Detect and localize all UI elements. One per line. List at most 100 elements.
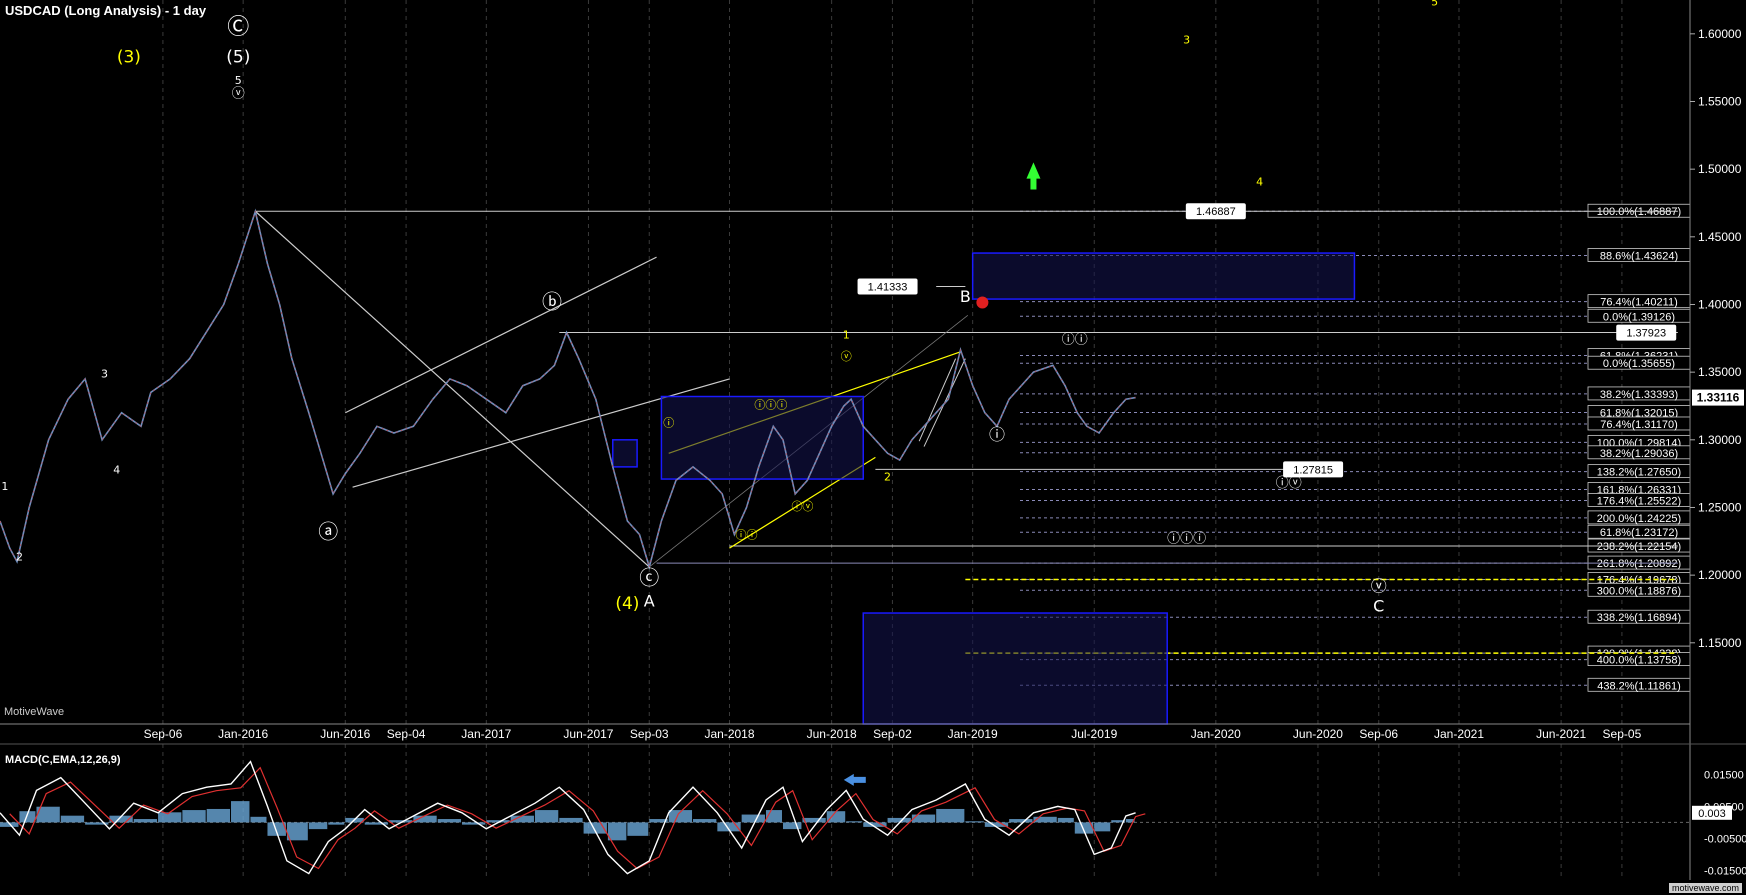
fib-label-10: 38.2%(1.29036) [1600,448,1678,460]
macd-y-tick-label-2: -0.00500 [1704,833,1746,845]
fib-label-14: 200.0%(1.24225) [1597,513,1681,525]
wave-label-5: 3 [101,368,108,381]
x-tick-label-8: Jun-2018 [807,727,857,741]
x-tick-label-9: Sep-02 [873,727,912,741]
macd-hist-bar-16 [328,822,345,825]
macd-current-label: 0.003 [1698,808,1726,820]
x-tick-label-14: Sep-06 [1359,727,1398,741]
fib-label-16: 238.2%(1.22154) [1597,541,1681,553]
macd-panel: 0.015000.00500-0.00500-0.015000.003 [0,760,1746,877]
y-tick-label-7: 1.25000 [1698,500,1742,514]
x-tick-label-11: Jul-2019 [1071,727,1117,741]
macd-hist-bar-42 [911,814,936,823]
macd-hist-bar-43 [936,808,965,823]
price-labels: 1.46887 1.41333 1.37923 1.27815 [857,203,1677,478]
x-tick-label-3: Sep-04 [387,727,426,741]
fib-label-8: 76.4%(1.31170) [1600,419,1677,431]
y-tick-label-3: 1.45000 [1698,230,1742,244]
price-series [0,208,1136,570]
wave-label-6: 4 [113,464,120,477]
macd-hist-bar-46 [1009,819,1033,823]
wave-label-17: 3 [1183,33,1190,46]
y-tick-label-8: 1.20000 [1698,568,1742,582]
y-tick-label-4: 1.40000 [1698,297,1742,311]
wave-label-16: 2 [884,470,891,483]
wave-label-22: ⓘⓘⓘ [1167,532,1206,547]
macd-hist-bar-9 [182,810,206,823]
wave-label-24: ⓥ [1371,576,1387,595]
wave-label-0: (3) [117,47,141,67]
wave-label-18: 4 [1256,175,1263,188]
brand-label: MotiveWave [4,706,65,718]
x-tick-label-7: Jan-2018 [704,727,754,741]
wave-label-27: ⓘⓘ [736,529,758,542]
price-line-candles [0,210,1136,569]
macd-hist-bar-14 [286,822,308,841]
fib-label-17: 261.8%(1.20892) [1597,558,1681,570]
macd-hist-bar-41 [887,817,911,823]
watermark: motivewave.com [1668,883,1742,893]
x-tick-label-16: Jun-2021 [1536,727,1586,741]
wave-label-15: 1 [843,328,850,341]
macd-hist-bar-32 [693,819,717,823]
macd-title: MACD(C,EMA,12,26,9) [5,754,121,766]
x-tick-label-15: Jan-2021 [1434,727,1484,741]
price-label-2: 1.37923 [1626,328,1666,340]
target-box-small [612,439,638,468]
grid-lines [162,0,1623,880]
wave-label-7: 2 [16,550,23,563]
x-tick-label-17: Sep-05 [1603,727,1642,741]
fib-label-3: 0.0%(1.39126) [1603,311,1675,323]
macd-y-tick-label-0: 0.01500 [1704,769,1744,781]
wave-label-30: ⓥ [841,350,852,363]
fib-label-15: 61.8%(1.23172) [1600,527,1678,539]
wave-label-25: C [1373,597,1384,616]
target-box-upper [971,252,1356,300]
macd-hist-bar-29 [627,822,649,836]
macd-hist-bar-25 [534,810,559,823]
fib-label-2: 76.4%(1.40211) [1600,297,1677,309]
macd-hist-bar-36 [782,822,802,830]
wave-label-11: ⓒ [639,566,659,590]
fib-label-23: 438.2%(1.11861) [1597,680,1681,692]
wave-label-9: ⓐ [318,520,338,544]
price-label-1: 1.41333 [868,281,908,293]
macd-hist-bar-34 [741,814,765,823]
macd-hist-bar-26 [559,817,583,823]
macd-hist-bar-28 [607,822,627,841]
macd-hist-bar-11 [231,801,250,823]
macd-hist-bar-37 [802,817,826,823]
y-tick-label-1: 1.55000 [1698,94,1742,108]
wave-label-13: (4) [615,594,639,614]
price-label-0: 1.46887 [1196,206,1236,218]
macd-hist-bar-21 [437,819,462,823]
wave-label-12: A [644,591,655,610]
x-tick-label-1: Jan-2016 [218,727,268,741]
wave-label-4: ⓥ [232,86,245,101]
fib-label-22: 400.0%(1.13758) [1597,655,1681,667]
wave-label-26: ⓘ [663,416,674,429]
fib-label-1: 88.6%(1.43624) [1600,250,1678,262]
x-tick-label-4: Jan-2017 [461,727,511,741]
y-tick-label-0: 1.60000 [1698,27,1742,41]
chart-canvas: 100.0%(1.46887) 88.6%(1.43624) 76.4%(1.402… [0,0,1746,880]
fib-label-5: 0.0%(1.35655) [1603,358,1675,370]
fib-label-11: 138.2%(1.27650) [1597,467,1681,479]
x-tick-label-6: Sep-03 [630,727,669,741]
wave-annotations: (3)Ⓒ(5)5ⓥ3421ⓐⓑⓒA(4)B12345ⓘⓘⓘⓘⓘⓘⓘⓥⓥCⓘⓘⓘⓘ… [1,0,1438,616]
y-tick-label-2: 1.50000 [1698,162,1742,176]
fib-label-19: 300.0%(1.18876) [1597,585,1681,597]
macd-hist-bar-39 [846,821,863,823]
current-price-label: 1.33116 [1697,391,1740,405]
macd-hist-bar-8 [158,812,182,823]
wave-label-3: 5 [235,74,242,87]
macd-hist-bar-22 [462,822,486,825]
macd-hist-bar-4 [60,815,85,823]
x-tick-label-2: Jun-2016 [320,727,370,741]
wave-label-2: (5) [226,47,250,67]
y-tick-label-5: 1.35000 [1698,365,1742,379]
macd-hist-bar-10 [206,808,231,823]
x-tick-label-13: Jun-2020 [1293,727,1343,741]
y-tick-label-6: 1.30000 [1698,433,1742,447]
x-tick-label-0: Sep-06 [144,727,183,741]
